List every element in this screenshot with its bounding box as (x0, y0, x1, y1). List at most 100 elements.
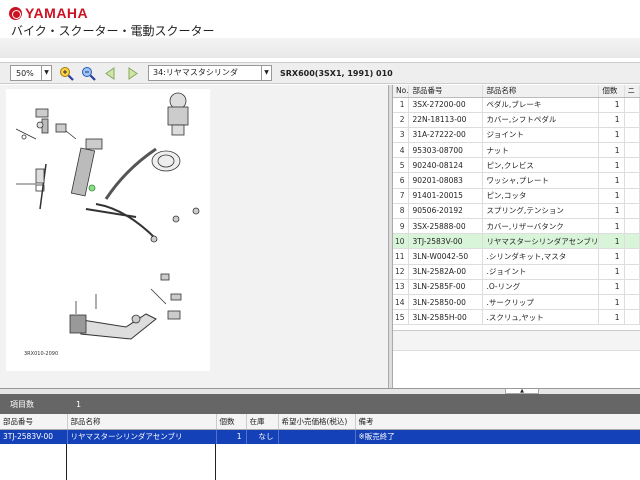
parts-cell-qty: 1 (598, 112, 625, 128)
parts-cell-part-no: 90506-20192 (408, 203, 484, 220)
parts-table-row[interactable]: 10 3TJ-2583V-00 リヤマスターシリンダアセンブリ 1 (393, 233, 640, 250)
parts-cell-no: 8 (393, 203, 410, 220)
order-list-table: 部品番号 部品名称 個数 在庫 希望小売価格(税込) 備考 3TJ-2583V-… (0, 414, 640, 444)
parts-cell-no: 15 (393, 309, 410, 326)
parts-table-row[interactable]: 5 90240-08124 ピン,クレビス 1 (393, 157, 640, 174)
parts-cell-extra (624, 309, 640, 326)
parts-cell-part-no: 3LN-2585H-00 (408, 309, 484, 326)
parts-cell-part-name: ピン,クレビス (482, 157, 600, 174)
yamaha-logo[interactable]: YAMAHA (9, 5, 88, 21)
order-col-part-no: 部品番号 (0, 414, 68, 430)
parts-cell-qty: 1 (598, 188, 625, 204)
diagram-toolbar: 50% ▼ 34:リヤマスタシリンダ ▼ SRX600(3SX1, 1991) … (0, 62, 640, 84)
parts-cell-no: 11 (393, 248, 410, 265)
parts-cell-extra (624, 157, 640, 174)
parts-cell-qty: 1 (598, 279, 625, 295)
parts-table-row[interactable]: 11 3LN-W0042-50 .シリンダキット,マスタ 1 (393, 248, 640, 265)
order-cell-price (278, 429, 356, 444)
item-count-value: 1 (76, 399, 82, 409)
parts-cell-part-name: .O-リング (482, 279, 600, 295)
parts-table-row[interactable]: 4 95303-08700 ナット 1 (393, 142, 640, 159)
parts-cell-extra (624, 279, 640, 295)
diagram-page-select[interactable]: 34:リヤマスタシリンダ ▼ (148, 65, 272, 81)
parts-cell-part-no: 3LN-W0042-50 (408, 248, 484, 265)
parts-cell-part-name: ピン,コッタ (482, 188, 600, 204)
parts-cell-part-no: 3LN-25850-00 (408, 294, 484, 311)
parts-table: No. 部品番号 部品名称 個数 ニ 1 3SX-27200-00 ペダル,ブレーキ… (393, 85, 640, 326)
parts-table-row[interactable]: 12 3LN-2582A-00 .ジョイント 1 (393, 264, 640, 280)
exploded-parts-diagram[interactable]: 3RX010-2090 (6, 89, 210, 371)
parts-table-row[interactable]: 9 3SX-25888-00 カバー,リザーバタンク 1 (393, 218, 640, 235)
order-table-header: 部品番号 部品名称 個数 在庫 希望小売価格(税込) 備考 (0, 414, 640, 430)
parts-cell-no: 13 (393, 279, 410, 295)
parts-cell-extra (624, 142, 640, 159)
parts-cell-no: 6 (393, 172, 410, 189)
order-list-empty-area (0, 444, 640, 480)
parts-cell-extra (624, 218, 640, 235)
parts-cell-part-name: スプリング,テンション (482, 203, 600, 220)
zoom-in-icon[interactable] (58, 65, 74, 81)
order-empty-col (67, 444, 216, 480)
parts-table-row[interactable]: 14 3LN-25850-00 .サークリップ 1 (393, 294, 640, 311)
parts-table-row[interactable]: 6 90201-08083 ワッシャ,プレート 1 (393, 172, 640, 189)
parts-cell-part-name: .サークリップ (482, 294, 600, 311)
page-subtitle: バイク・スクーター・電動スクーター (11, 24, 215, 38)
order-col-note: 備考 (355, 414, 640, 430)
parts-cell-part-no: 3SX-25888-00 (408, 218, 484, 235)
parts-table-row[interactable]: 7 91401-20015 ピン,コッタ 1 (393, 188, 640, 204)
parts-cell-extra (624, 233, 640, 250)
previous-page-icon[interactable] (102, 65, 118, 81)
parts-cell-extra (624, 264, 640, 280)
order-cell-part-name: リヤマスターシリンダアセンブリ (67, 429, 217, 444)
order-row[interactable]: 3TJ-2583V-00 リヤマスターシリンダアセンブリ 1 なし ※販売終了 (0, 429, 640, 444)
parts-illustration: 3RX010-2090 (15, 92, 200, 357)
parts-cell-qty: 1 (598, 294, 625, 311)
parts-cell-part-name: .ジョイント (482, 264, 600, 280)
parts-cell-extra (624, 188, 640, 204)
parts-list-pane: No. 部品番号 部品名称 個数 ニ 1 3SX-27200-00 ペダル,ブレーキ… (393, 85, 640, 330)
chevron-down-icon: ▼ (261, 66, 271, 80)
parts-table-row[interactable]: 3 31A-27222-00 ジョイント 1 (393, 127, 640, 144)
parts-cell-extra (624, 248, 640, 265)
parts-table-row[interactable]: 13 3LN-2585F-00 .O-リング 1 (393, 279, 640, 295)
col-header-part-no: 部品番号 (408, 85, 484, 98)
diagram-pane: 3RX010-2090 (0, 85, 390, 388)
order-col-qty: 個数 (216, 414, 247, 430)
parts-table-header: No. 部品番号 部品名称 個数 ニ (393, 85, 640, 98)
zoom-out-icon[interactable] (80, 65, 96, 81)
item-count-label: 項目数 (10, 399, 34, 409)
parts-cell-part-name: .スクリュ,ヤット (482, 309, 600, 326)
parts-cell-no: 9 (393, 218, 410, 235)
parts-cell-no: 12 (393, 264, 410, 280)
parts-cell-part-name: .シリンダキット,マスタ (482, 248, 600, 265)
item-count-bar: 項目数 1 (0, 394, 640, 414)
parts-cell-qty: 1 (598, 97, 625, 113)
zoom-value: 50% (16, 68, 34, 78)
parts-table-row[interactable]: 8 90506-20192 スプリング,テンション 1 (393, 203, 640, 220)
parts-cell-part-no: 95303-08700 (408, 142, 484, 159)
parts-cell-extra (624, 203, 640, 220)
parts-cell-part-name: ジョイント (482, 127, 600, 144)
parts-table-row[interactable]: 15 3LN-2585H-00 .スクリュ,ヤット 1 (393, 309, 640, 326)
parts-cell-no: 5 (393, 157, 410, 174)
next-page-icon[interactable] (124, 65, 140, 81)
parts-table-row[interactable]: 2 22N-18113-00 カバー,シフトペダル 1 (393, 112, 640, 128)
zoom-select[interactable]: 50% ▼ (10, 65, 52, 81)
parts-cell-no: 3 (393, 127, 410, 144)
parts-cell-part-no: 90201-08083 (408, 172, 484, 189)
parts-table-row[interactable]: 1 3SX-27200-00 ペダル,ブレーキ 1 (393, 97, 640, 113)
order-col-stock: 在庫 (246, 414, 279, 430)
parts-cell-no: 10 (393, 233, 410, 250)
col-header-part-name: 部品名称 (482, 85, 600, 98)
parts-cell-part-no: 3TJ-2583V-00 (408, 233, 484, 250)
parts-cell-qty: 1 (598, 203, 625, 220)
parts-cell-extra (624, 294, 640, 311)
parts-cell-part-no: 3LN-2582A-00 (408, 264, 484, 280)
order-cell-part-no: 3TJ-2583V-00 (0, 429, 68, 444)
parts-list-empty-area (393, 330, 640, 388)
tuning-fork-logo-icon (9, 6, 22, 20)
brand-name: YAMAHA (25, 5, 89, 21)
parts-cell-qty: 1 (598, 157, 625, 174)
page-select-value: 34:リヤマスタシリンダ (153, 68, 238, 77)
parts-cell-qty: 1 (598, 264, 625, 280)
